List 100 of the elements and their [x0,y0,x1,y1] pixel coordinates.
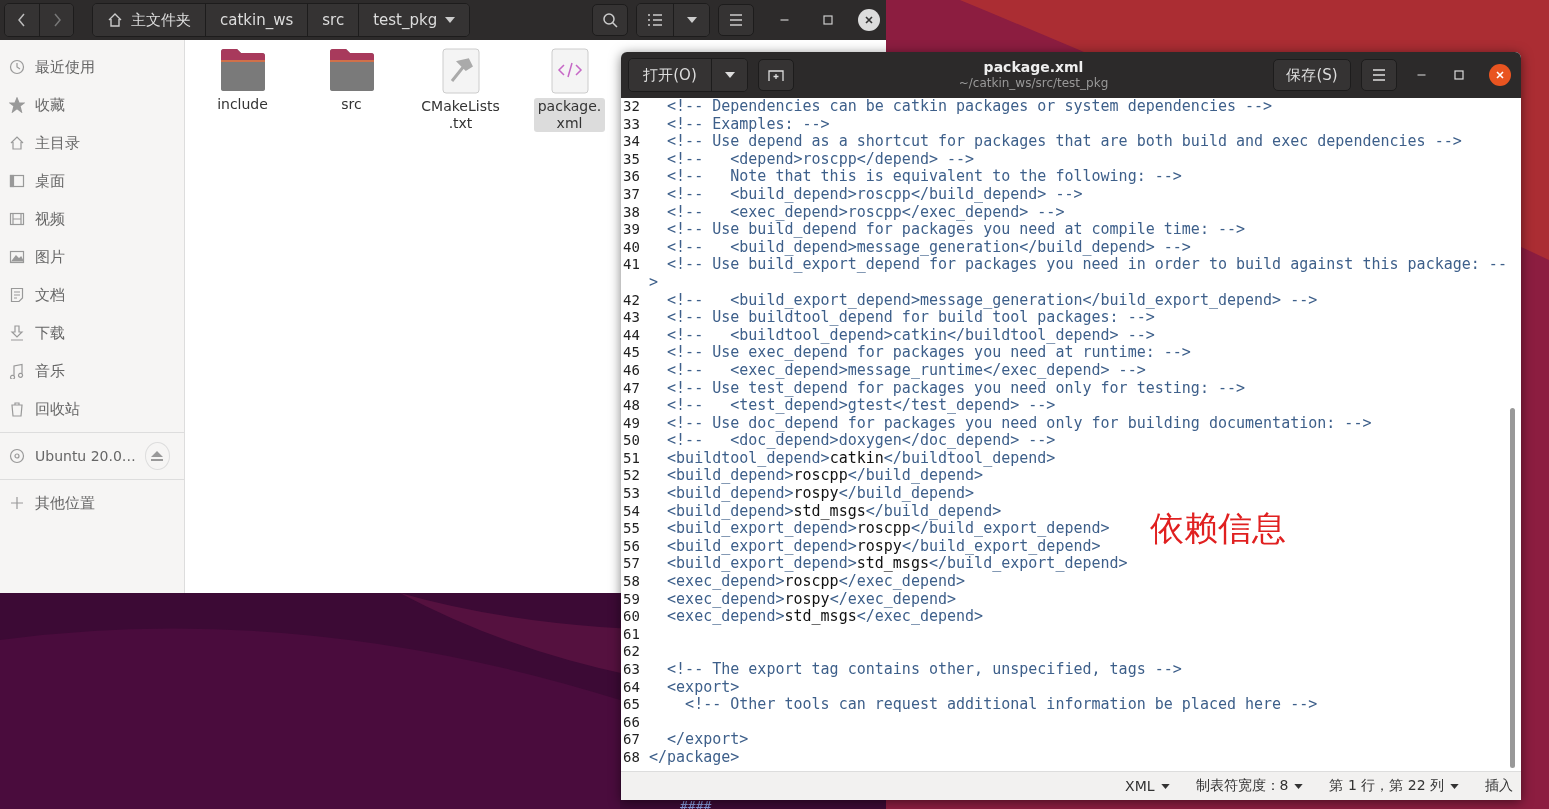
scrollbar[interactable] [1510,408,1515,768]
sidebar-item[interactable]: 最近使用 [0,48,184,86]
code-line: <!-- <depend>roscpp</depend> --> [666,150,975,169]
sidebar-item[interactable]: 文档 [0,276,184,314]
code-line: <!-- Use depend as a shortcut for packages that are both build and exec dependencies --> [666,133,1462,151]
line-number: 59 [622,590,641,609]
code-line: <!-- <build_depend>message_generation</build_depend> --> [666,238,1191,257]
file-item[interactable]: include [188,48,297,113]
code-line: <!-- <doc_depend>doxygen</doc_depend> --> [666,432,1056,450]
code-line: <build_depend>std_msgs</build_depend> [666,502,1002,521]
code-line: <build_export_depend>std_msgs</build_export_depend> [666,555,1128,574]
close-icon [864,15,874,25]
line-number: 49 [622,414,641,433]
line-number: 64 [622,678,641,697]
line-number: 58 [622,573,641,591]
code-line: <!-- Examples: --> [666,115,830,134]
window-subtitle: ~/catkin_ws/src/test_pkg [958,75,1109,91]
minimize-icon [779,19,789,21]
caret-icon [686,17,697,23]
line-number: 47 [622,379,641,398]
line-number: 48 [622,397,641,415]
code-line: <build_depend>rospy</build_depend> [666,485,975,503]
close-button[interactable] [1489,64,1511,86]
line-number: 54 [622,502,641,521]
caret-icon [1450,783,1459,789]
line-number: 60 [622,608,641,626]
line-number: 57 [622,555,641,574]
sidebar-item[interactable]: 视频 [0,200,184,238]
code-line: <!-- Use test_depend for packages you need only for testing: --> [666,379,1246,398]
code-line: <!-- <exec_depend>message_runtime</exec_depend> --> [666,361,1146,380]
hammer-file-icon [441,48,480,94]
sidebar-item[interactable]: 回收站 [0,390,184,428]
language-selector[interactable]: XML [1125,778,1170,794]
disc-icon [9,448,25,464]
minimize-icon [1416,74,1426,76]
caret-icon [1294,783,1304,789]
sidebar-item[interactable]: 桌面 [0,162,184,200]
view-options-button[interactable] [673,4,709,36]
back-icon [17,13,27,27]
line-number: 32 [622,98,641,116]
line-number: 34 [622,133,641,151]
file-item[interactable]: package. xml [515,48,624,132]
code-line: </export> [666,731,749,749]
sidebar-item[interactable]: 音乐 [0,352,184,390]
close-button[interactable] [858,9,880,31]
line-number: 65 [622,696,641,714]
menu-button[interactable] [1361,59,1397,91]
line-number: 53 [622,485,641,503]
path-button[interactable]: test_pkg [358,4,470,36]
line-number: 62 [622,643,641,661]
sidebar-item[interactable]: 收藏 [0,86,184,124]
search-button[interactable] [592,4,628,36]
code-line: <!-- <build_export_depend>message_generation</build_export_depend> --> [666,291,1318,310]
save-button[interactable]: 保存(S) [1273,59,1351,91]
download-icon [9,325,25,341]
new-tab-button[interactable] [758,59,794,91]
code-line: > [649,273,659,292]
file-item[interactable]: src [297,48,406,113]
menu-button[interactable] [718,4,754,36]
code-line: <!-- Use doc_depend for packages you need only for building documentation: --> [666,414,1372,433]
caret-icon [445,17,456,23]
window-title: package.xml [983,59,1084,75]
line-number: 55 [622,520,641,538]
sidebar-item[interactable]: 下载 [0,314,184,352]
line-number: 68 [622,748,641,767]
file-item[interactable]: CMakeLists .txt [406,48,515,132]
close-icon [1495,70,1505,80]
line-number: 41 [622,256,641,274]
line-number: 67 [622,731,641,749]
line-number: 36 [622,168,641,186]
code-line: <!-- <buildtool_depend>catkin</buildtool_depend> --> [666,326,1155,345]
code-line: <!-- <exec_depend>roscpp</exec_depend> --> [666,203,1065,222]
eject-icon [151,451,164,461]
sidebar-item[interactable]: 图片 [0,238,184,276]
code-line: <exec_depend>roscpp</exec_depend> [666,573,966,591]
folder-icon [327,48,376,92]
insert-mode-label: 插入 [1485,777,1513,795]
sidebar-item[interactable]: Ubuntu 20.0… [0,437,145,475]
line-number: 37 [622,185,641,204]
caret-icon [724,72,735,78]
forward-icon [51,13,62,27]
tab-width-selector[interactable]: 制表符宽度：8 [1195,777,1304,795]
code-line: </package> [649,748,740,767]
line-number: 63 [622,661,641,679]
code-line: <!-- <build_depend>roscpp</build_depend> --> [666,185,1083,204]
sidebar-item[interactable]: 主目录 [0,124,184,162]
star-icon [9,97,25,113]
sidebar-item[interactable]: 其他位置 [0,484,184,522]
line-number: 35 [622,150,641,169]
line-number: 50 [622,432,641,450]
line-number: 52 [622,467,641,486]
open-menu-button[interactable] [711,59,747,91]
home-icon [107,12,123,28]
line-number: 40 [622,238,641,257]
line-number: 33 [622,115,641,134]
code-line: <!-- Use build_export_depend for packages you need in order to build against this package: -- [666,256,1507,274]
line-number: 42 [622,291,641,310]
cursor-position-selector[interactable]: 第 1 行，第 22 列 [1329,777,1459,795]
line-number: 51 [622,449,641,468]
code-line: <!-- The export tag contains other, unspecified, tags --> [666,661,1182,679]
